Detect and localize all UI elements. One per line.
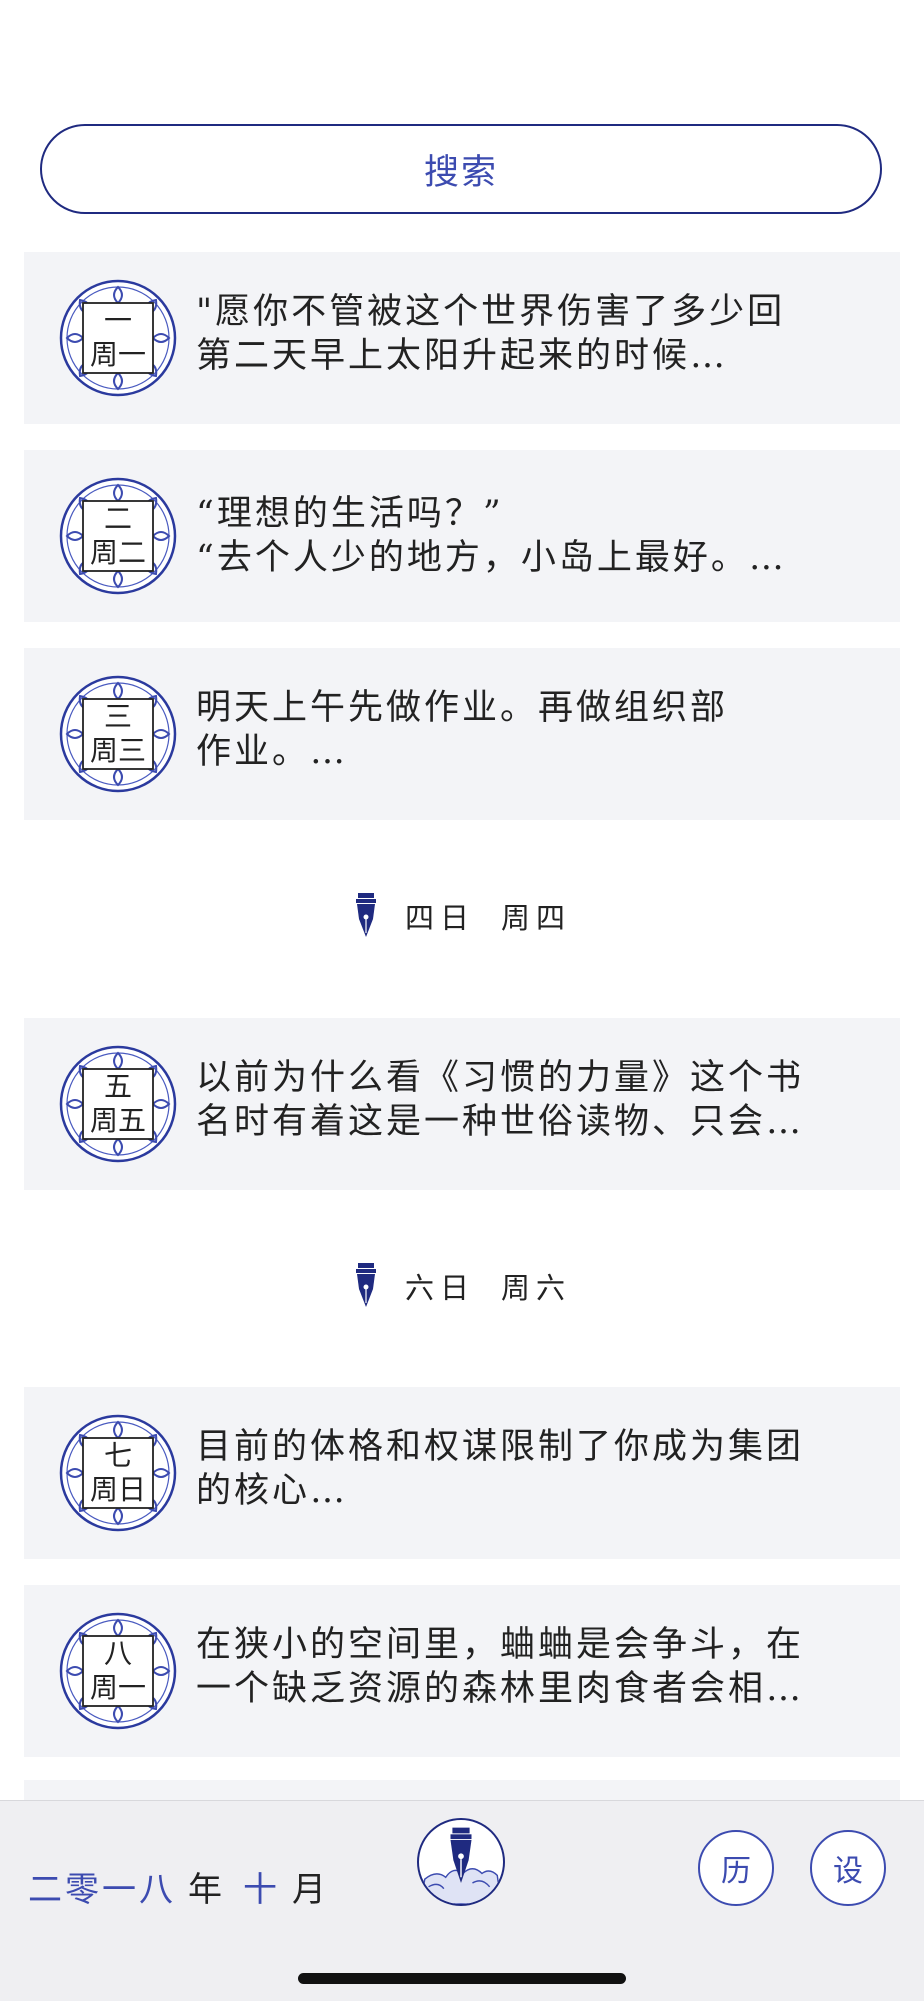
entry-weekday: 周三 (89, 734, 146, 767)
date-seal: 三 周三 (58, 674, 178, 794)
settings-button[interactable]: 设 (810, 1830, 886, 1906)
empty-day-row[interactable]: 六日 周六 (0, 1256, 924, 1316)
date-seal: 八 周一 (58, 1611, 178, 1731)
date-seal: 二 周二 (58, 476, 178, 596)
fountain-pen-icon (420, 1827, 502, 1904)
entry-day: 二 (103, 502, 132, 535)
diary-entry-card[interactable]: 八 周一 在狭小的空间里，蛐蛐是会争斗，在 一个缺乏资源的森林里肉食者会相… (24, 1585, 900, 1757)
date-seal: 七 周日 (58, 1413, 178, 1533)
entry-day: 八 (103, 1637, 132, 1670)
fountain-pen-icon (353, 1263, 379, 1309)
entry-weekday: 周二 (89, 536, 146, 569)
empty-day-row[interactable]: 四日 周四 (0, 886, 924, 946)
entry-preview: 目前的体格和权谋限制了你成为集团 的核心… (196, 1427, 805, 1511)
calendar-label: 历 (721, 1854, 751, 1889)
diary-entry-card[interactable]: 五 周五 以前为什么看《习惯的力量》这个书 名时有着这是一种世俗读物、只会… (24, 1018, 900, 1190)
entry-weekday: 周五 (89, 1104, 146, 1137)
settings-label: 设 (833, 1854, 863, 1889)
diary-list: 一 周一 "愿你不管被这个世界伤害了多少回 第二天早上太阳升起来的时候… 二 周… (0, 0, 924, 1820)
date-seal: 五 周五 (58, 1044, 178, 1164)
entry-preview: "愿你不管被这个世界伤害了多少回 第二天早上太阳升起来的时候… (196, 292, 786, 376)
month-unit: 月 (292, 1869, 329, 1910)
month-selector[interactable]: 二零一八 年 十 月 (28, 1861, 347, 1911)
entry-day: 三 (103, 700, 132, 733)
diary-entry-card[interactable]: 二 周二 “理想的生活吗？” “去个人少的地方，小岛上最好。… (24, 450, 900, 622)
empty-day-date: 四日 (404, 901, 475, 935)
diary-entry-card[interactable]: 三 周三 明天上午先做作业。再做组织部 作业。… (24, 648, 900, 820)
diary-entry-card[interactable]: 一 周一 "愿你不管被这个世界伤害了多少回 第二天早上太阳升起来的时候… (24, 252, 900, 424)
empty-day-weekday: 周四 (501, 901, 572, 935)
entry-preview: “理想的生活吗？” “去个人少的地方，小岛上最好。… (196, 494, 787, 578)
month-value: 十 (243, 1869, 280, 1910)
empty-day-weekday: 周六 (501, 1271, 572, 1305)
empty-day-date: 六日 (404, 1271, 475, 1305)
home-indicator[interactable] (298, 1973, 626, 1984)
entry-weekday: 周一 (89, 338, 146, 371)
year-unit: 年 (188, 1869, 225, 1910)
entry-day: 一 (103, 304, 132, 337)
entry-preview: 在狭小的空间里，蛐蛐是会争斗，在 一个缺乏资源的森林里肉食者会相… (196, 1625, 805, 1709)
entry-preview: 明天上午先做作业。再做组织部 作业。… (196, 688, 729, 772)
entry-day: 五 (103, 1070, 132, 1103)
calendar-button[interactable]: 历 (698, 1830, 774, 1906)
entry-preview: 以前为什么看《习惯的力量》这个书 名时有着这是一种世俗读物、只会… (196, 1058, 805, 1142)
date-seal: 一 周一 (58, 278, 178, 398)
year-value: 二零一八 (28, 1869, 176, 1910)
new-entry-button[interactable] (417, 1818, 505, 1906)
diary-entry-card[interactable]: 七 周日 目前的体格和权谋限制了你成为集团 的核心… (24, 1387, 900, 1559)
entry-day: 七 (103, 1439, 132, 1472)
fountain-pen-icon (353, 893, 379, 939)
entry-weekday: 周日 (89, 1473, 146, 1506)
entry-weekday: 周一 (89, 1671, 146, 1704)
